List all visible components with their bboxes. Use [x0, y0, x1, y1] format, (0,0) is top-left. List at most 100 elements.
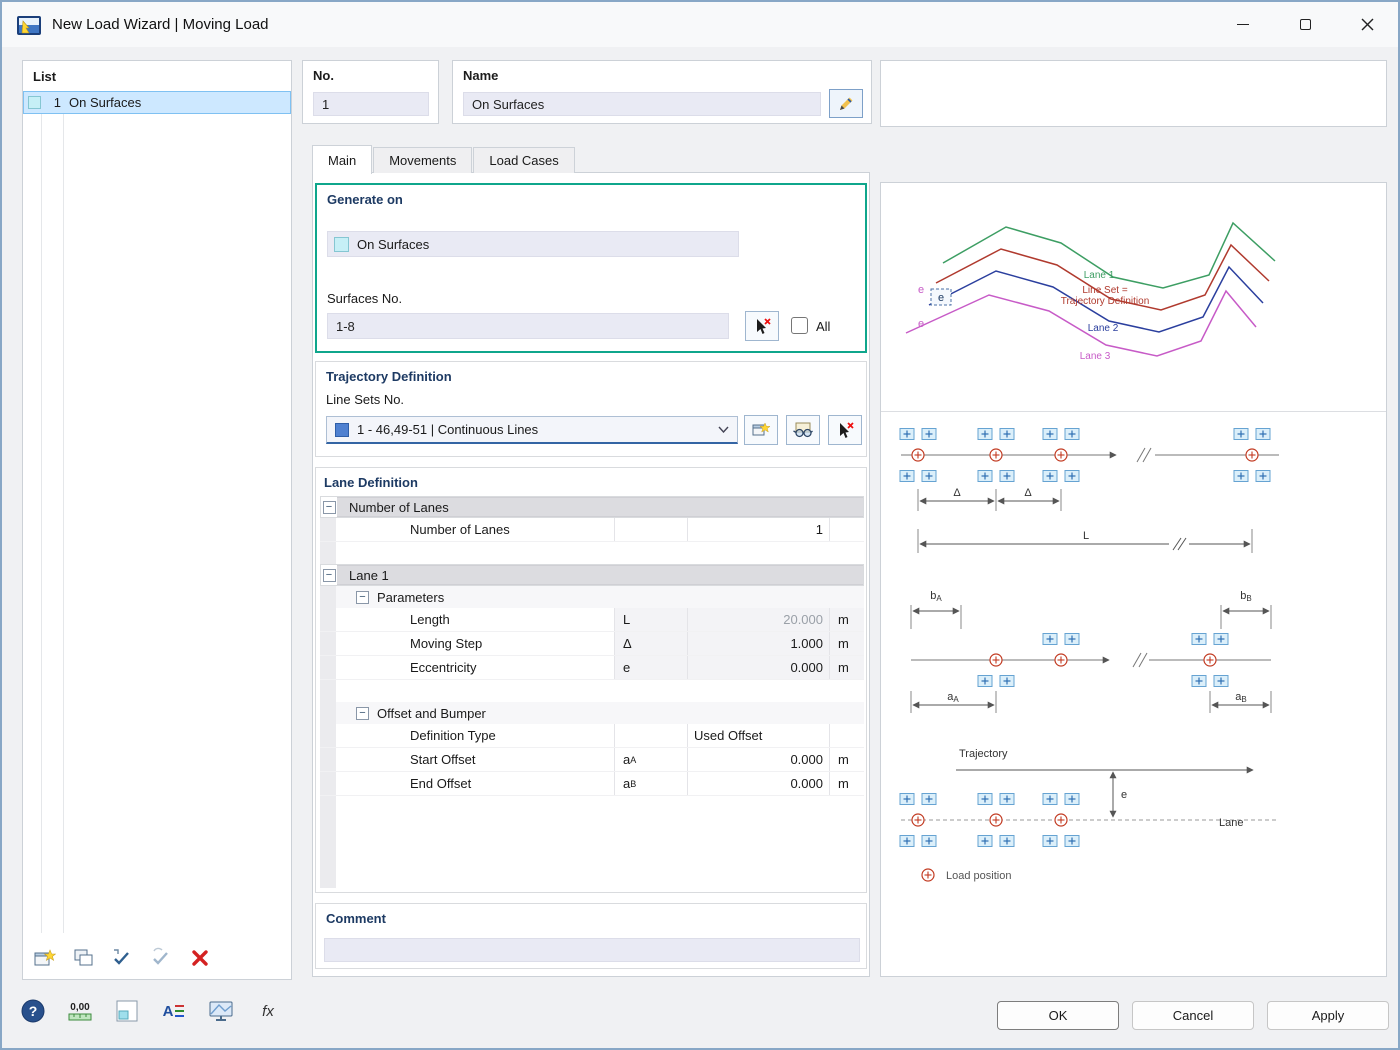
delta-dim-label-2: Δ: [1024, 487, 1032, 499]
copy-load-wizard-button[interactable]: [70, 945, 96, 971]
ok-button[interactable]: OK: [997, 1001, 1119, 1030]
all-checkbox-label: All: [816, 319, 831, 334]
delete-item-button[interactable]: [187, 945, 213, 971]
lane-row-length[interactable]: Length L 20.000 m: [320, 608, 864, 632]
line-sets-select[interactable]: 1 - 46,49-51 | Continuous Lines: [326, 416, 738, 444]
svg-text:A: A: [163, 1003, 174, 1020]
display-options-button[interactable]: [112, 996, 142, 1026]
all-checkbox[interactable]: [791, 317, 808, 334]
row-gutter: [320, 586, 336, 608]
collapse-toggle[interactable]: −: [322, 568, 336, 582]
lane-row-parameters[interactable]: − Parameters: [320, 586, 864, 608]
group-label: Lane 1: [337, 565, 863, 585]
comment-input[interactable]: [324, 938, 860, 962]
delta-dim-label-1: Δ: [953, 487, 961, 499]
apply-button[interactable]: Apply: [1267, 1001, 1389, 1030]
row-unit: m: [829, 748, 864, 771]
lane-row-spacer: [320, 680, 864, 702]
lane-definition-header: Lane Definition: [324, 475, 418, 490]
collapse-toggle[interactable]: −: [356, 590, 369, 604]
pick-lines-button[interactable]: [828, 415, 862, 445]
row-value[interactable]: 1: [687, 518, 829, 541]
list-item-number: 1: [53, 95, 61, 110]
pick-cursor-icon: [840, 422, 854, 438]
new-line-set-button[interactable]: [744, 415, 778, 445]
row-value[interactable]: 20.000: [687, 608, 829, 631]
no-input[interactable]: [313, 92, 429, 116]
subgroup-label: Parameters: [377, 589, 445, 605]
pick-surfaces-button[interactable]: [745, 311, 779, 341]
row-label: End Offset: [410, 776, 472, 791]
cancel-button[interactable]: Cancel: [1132, 1001, 1254, 1030]
ecc-box-label: e: [938, 292, 944, 304]
lane-row-definition-type[interactable]: Definition Type Used Offset: [320, 724, 864, 748]
lane-row-end-offset[interactable]: End Offset a B 0.000 m: [320, 772, 864, 796]
maximize-button[interactable]: [1274, 2, 1336, 47]
row-gutter: [320, 724, 336, 747]
formula-icon: fx: [262, 1003, 274, 1020]
tab-main[interactable]: Main: [312, 145, 373, 174]
close-button[interactable]: [1336, 2, 1398, 47]
lane-row-start-offset[interactable]: Start Offset a A 0.000 m: [320, 748, 864, 772]
formula-button[interactable]: fx: [253, 996, 283, 1026]
row-gutter: [320, 656, 336, 679]
surface-color-icon: [28, 96, 41, 109]
lane-row-eccentricity[interactable]: Eccentricity e 0.000 m: [320, 656, 864, 680]
generate-on-group: Generate on On Surfaces Surfaces No. All: [315, 183, 867, 353]
lane2-label: Lane 2: [1088, 323, 1119, 334]
help-button[interactable]: ?: [18, 996, 48, 1026]
no-panel: No.: [302, 60, 439, 124]
no-label: No.: [313, 68, 334, 83]
edit-line-set-button[interactable]: [786, 415, 820, 445]
row-gutter: [320, 608, 336, 631]
lane-row-number-of-lanes[interactable]: − Number of Lanes: [320, 496, 864, 518]
lanes-diagram: e e e Lane 1 Line Set = Trajectory Defin…: [881, 183, 1386, 412]
list-item[interactable]: 1 On Surfaces: [23, 91, 291, 114]
row-unit: m: [829, 656, 864, 679]
row-value[interactable]: 0.000: [687, 748, 829, 771]
maximize-icon: [1299, 19, 1311, 30]
surfaces-no-input[interactable]: [327, 313, 729, 339]
lane-row-moving-step[interactable]: Moving Step Δ 1.000 m: [320, 632, 864, 656]
tab-load-cases[interactable]: Load Cases: [473, 147, 575, 173]
tab-movements[interactable]: Movements: [373, 147, 473, 173]
units-settings-button[interactable]: 0,00: [65, 996, 95, 1026]
collapse-toggle[interactable]: −: [322, 500, 336, 514]
lane-row-number-of-lanes[interactable]: Number of Lanes 1: [320, 518, 864, 542]
svg-text:?: ?: [29, 1003, 38, 1019]
row-value[interactable]: 0.000: [687, 772, 829, 795]
rename-button[interactable]: [829, 89, 863, 118]
generate-type-field[interactable]: On Surfaces: [327, 231, 739, 257]
chevron-down-icon: [718, 426, 729, 433]
minimize-button[interactable]: [1212, 2, 1274, 47]
subgroup-cell: − Parameters: [336, 586, 864, 608]
screen-capture-button[interactable]: [206, 996, 236, 1026]
list-body: 1 On Surfaces: [23, 91, 291, 933]
window-title: New Load Wizard | Moving Load: [52, 16, 269, 33]
lane-row-lane-1[interactable]: − Lane 1: [320, 564, 864, 586]
subgroup-cell: − Offset and Bumper: [336, 702, 864, 724]
row-label: Moving Step: [410, 636, 483, 651]
row-value[interactable]: 0.000: [687, 656, 829, 679]
recheck-items-button[interactable]: [148, 945, 174, 971]
check-items-button[interactable]: [109, 945, 135, 971]
row-gutter: [320, 518, 336, 541]
app-icon: [17, 15, 41, 35]
row-gutter: [320, 632, 336, 655]
new-load-wizard-button[interactable]: [31, 945, 57, 971]
row-unit: [829, 724, 864, 747]
row-gutter: [320, 772, 336, 795]
new-star-icon: [752, 422, 771, 436]
name-input[interactable]: [463, 92, 821, 116]
row-value[interactable]: Used Offset: [687, 724, 829, 747]
annotation-settings-button[interactable]: A: [159, 996, 189, 1026]
row-symbol: aB: [614, 772, 687, 795]
spacer-cell: [336, 680, 864, 702]
lane-row-offset-and-bumper[interactable]: − Offset and Bumper: [320, 702, 864, 724]
lineset-label-1: Line Set =: [1082, 285, 1127, 296]
row-gutter: −: [321, 497, 337, 517]
row-value[interactable]: 1.000: [687, 632, 829, 655]
name-panel: Name: [452, 60, 872, 124]
collapse-toggle[interactable]: −: [356, 706, 369, 720]
row-unit: m: [829, 608, 864, 631]
